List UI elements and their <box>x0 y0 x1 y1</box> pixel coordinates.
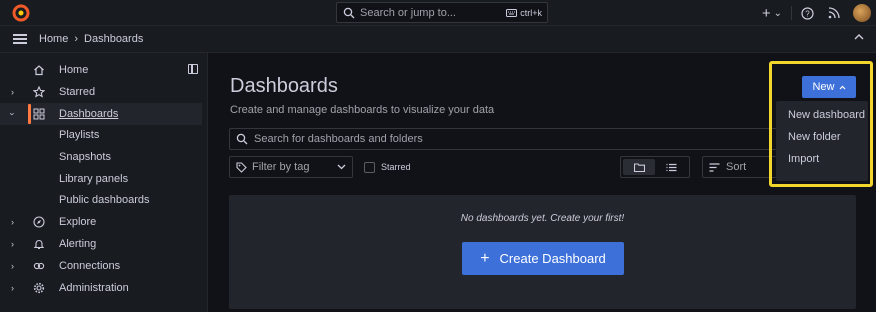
divider <box>791 6 792 20</box>
breadcrumb-current: Dashboards <box>84 33 144 45</box>
sidebar-item-connections[interactable]: › Connections <box>0 255 202 277</box>
empty-state-message: No dashboards yet. Create your first! <box>460 213 625 224</box>
starred-checkbox[interactable] <box>364 162 375 173</box>
help-icon[interactable]: ? <box>801 6 814 20</box>
sidebar-item-label: Administration <box>59 282 129 294</box>
sidebar-item-home[interactable]: Home <box>0 59 202 81</box>
page-title: Dashboards <box>230 75 338 97</box>
view-toggle <box>620 156 690 178</box>
avatar[interactable] <box>853 4 871 22</box>
home-icon <box>34 65 44 76</box>
expand-chevron-icon[interactable]: › <box>11 87 14 97</box>
add-chevron-icon[interactable]: ⌄ <box>774 8 782 19</box>
search-icon <box>236 133 248 145</box>
create-dashboard-label: Create Dashboard <box>499 251 606 266</box>
sidebar-item-label: Starred <box>59 86 96 98</box>
compass-icon <box>33 216 45 228</box>
tag-icon <box>236 161 247 173</box>
shortcut-label: ctrl+k <box>520 7 542 18</box>
page-subtitle: Create and manage dashboards to visualiz… <box>230 104 495 116</box>
connections-icon <box>33 262 45 270</box>
collapse-chevron-icon[interactable] <box>854 33 864 41</box>
sidebar-item-dashboards[interactable]: › Dashboards <box>0 103 202 125</box>
grafana-logo-icon[interactable] <box>11 3 31 23</box>
expand-chevron-icon[interactable]: › <box>11 261 14 271</box>
sidebar-item-public-dashboards[interactable]: Public dashboards <box>59 194 150 206</box>
sidebar-item-snapshots[interactable]: Snapshots <box>59 151 111 163</box>
keyboard-icon <box>506 8 518 17</box>
dashboards-icon <box>33 108 45 120</box>
folder-view-button[interactable] <box>623 159 655 175</box>
sidebar-item-label: Home <box>59 64 89 76</box>
breadcrumb-separator: › <box>74 33 79 45</box>
expand-chevron-icon[interactable]: › <box>11 217 14 227</box>
filter-tag-label: Filter by tag <box>252 161 310 173</box>
breadcrumb-bar: Home › Dashboards <box>0 26 876 53</box>
breadcrumb: Home › Dashboards <box>39 33 143 45</box>
sidebar-item-starred[interactable]: › Starred <box>0 81 202 103</box>
add-icon[interactable]: + <box>762 5 771 22</box>
sort-label: Sort <box>726 161 747 173</box>
collapse-chevron-icon[interactable]: › <box>8 113 18 116</box>
star-icon <box>33 86 45 98</box>
search-placeholder: Search or jump to... <box>360 6 456 19</box>
sidebar: Home › Starred › Dashboards Playlists Sn… <box>0 53 208 312</box>
top-bar: Search or jump to... ctrl+k + ⌄ ? <box>0 0 876 26</box>
sidebar-item-label: Explore <box>59 216 97 228</box>
expand-chevron-icon[interactable]: › <box>11 283 14 293</box>
filter-by-tag-select[interactable]: Filter by tag <box>229 156 353 178</box>
active-indicator <box>28 104 31 124</box>
starred-label[interactable]: Starred <box>381 162 411 172</box>
highlight-annotation <box>769 61 873 187</box>
sidebar-item-label: Alerting <box>59 238 97 250</box>
sort-icon <box>709 162 720 172</box>
sidebar-item-label: Dashboards <box>59 108 119 120</box>
sidebar-item-administration[interactable]: › Administration <box>0 277 202 299</box>
list-icon <box>666 163 676 171</box>
empty-state-panel: No dashboards yet. Create your first! + … <box>229 195 856 309</box>
keyboard-shortcut: ctrl+k <box>506 8 542 18</box>
search-input[interactable]: Search or jump to... ctrl+k <box>336 2 548 23</box>
plus-icon: + <box>480 249 490 267</box>
breadcrumb-home[interactable]: Home <box>39 33 68 45</box>
bell-icon <box>33 240 45 250</box>
search-placeholder: Search for dashboards and folders <box>254 133 423 145</box>
list-view-button[interactable] <box>655 159 687 175</box>
chevron-down-icon <box>337 164 346 170</box>
sidebar-item-alerting[interactable]: › Alerting <box>0 233 202 255</box>
top-actions: + ⌄ ? <box>762 0 876 26</box>
folder-icon <box>633 162 645 172</box>
rss-icon[interactable] <box>828 7 840 19</box>
sidebar-item-explore[interactable]: › Explore <box>0 211 202 233</box>
sidebar-item-playlists[interactable]: Playlists <box>59 129 99 141</box>
sidebar-item-label: Connections <box>59 260 121 272</box>
svg-text:?: ? <box>805 9 810 18</box>
dashboard-search-input[interactable]: Search for dashboards and folders <box>229 128 789 150</box>
search-icon <box>343 7 355 18</box>
sidebar-item-library-panels[interactable]: Library panels <box>59 173 128 185</box>
menu-icon[interactable] <box>13 34 27 44</box>
create-dashboard-button[interactable]: + Create Dashboard <box>462 242 624 275</box>
expand-chevron-icon[interactable]: › <box>11 239 14 249</box>
gear-icon <box>33 282 45 294</box>
